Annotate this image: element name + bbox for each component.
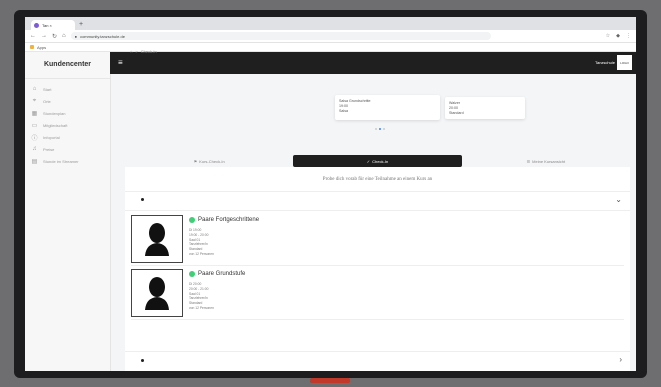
status-dot bbox=[189, 217, 195, 223]
map-pin-icon: ⌖ bbox=[32, 97, 37, 104]
home-icon: ⌂ bbox=[32, 86, 37, 92]
sidebar-title: Kundencenter bbox=[25, 52, 110, 79]
course-select[interactable]: ⌄ bbox=[125, 191, 630, 211]
brand: Tanzschule LOGO bbox=[595, 55, 632, 70]
tab-title: Tan × bbox=[42, 22, 52, 28]
carousel-dot-active[interactable] bbox=[379, 128, 381, 130]
chevron-right-icon[interactable]: › bbox=[619, 355, 622, 364]
chevron-down-icon[interactable]: ⌄ bbox=[615, 195, 622, 204]
person-silhouette-icon bbox=[145, 223, 169, 256]
featured-card-1[interactable]: Salsa Grundschritte 19:00 Salsa bbox=[335, 95, 440, 120]
course-details: Di 19:00 19:00 - 20:00 Saal 01 Tanzlehre… bbox=[189, 228, 214, 257]
course-capacity: von 12 Personen bbox=[189, 305, 214, 310]
back-icon[interactable]: ← bbox=[30, 33, 36, 39]
sidebar-item-label: Infoportal bbox=[43, 134, 60, 140]
instructor-photo bbox=[131, 269, 183, 317]
sidebar-item-orte[interactable]: ⌖ Orte bbox=[25, 95, 110, 107]
card-1-sub: Salsa bbox=[339, 109, 348, 113]
sidebar-item-label: Stundenplan bbox=[43, 110, 66, 116]
menu-dots-icon[interactable]: ⋮ bbox=[626, 33, 631, 39]
info-icon: ⓘ bbox=[31, 135, 38, 142]
document-icon: ▤ bbox=[31, 158, 38, 165]
sidebar-item-mitgliedschaft[interactable]: ▭ Mitgliedschaft bbox=[25, 119, 110, 131]
sidebar: Kundencenter ⌂ Start ⌖ Orte ▦ Stundenplan ▭ Mit… bbox=[25, 52, 111, 371]
sidebar-item-label: Stunde im Streamer bbox=[43, 158, 79, 164]
reload-icon[interactable]: ↻ bbox=[52, 33, 57, 40]
check-icon: ✓ bbox=[366, 158, 371, 164]
carousel-dot[interactable] bbox=[383, 128, 385, 130]
sidebar-item-label: Start bbox=[43, 86, 52, 92]
calendar-icon: ▦ bbox=[31, 110, 38, 117]
tab-label: Check-In bbox=[372, 158, 389, 164]
course-item[interactable]: Paare Grundstufe Di 20:00 20:00 - 21:00 … bbox=[131, 267, 624, 320]
course-title-row: Paare Grundstufe bbox=[189, 271, 245, 277]
favicon-icon bbox=[34, 22, 39, 28]
sidebar-item-infoportal[interactable]: ⓘ Infoportal bbox=[25, 131, 110, 143]
tab-meine-kursansicht[interactable]: ☰ Meine Kursansicht bbox=[462, 155, 630, 167]
course-details: Di 20:00 20:00 - 21:00 Saal 01 Tanzlehre… bbox=[189, 282, 214, 311]
instructor-photo bbox=[131, 215, 183, 263]
home-icon[interactable]: ⌂ bbox=[62, 33, 66, 39]
apps-icon bbox=[30, 45, 34, 49]
checkin-tabs: ⚑ Kurs-Check-In ✓ Check-In ☰ Meine Kursa… bbox=[125, 155, 630, 167]
extension-icon[interactable]: ◆ bbox=[616, 33, 620, 39]
sidebar-item-stunde-im-streamer[interactable]: ▤ Stunde im Streamer bbox=[25, 155, 110, 167]
featured-card-2[interactable]: Walzer 20:00 Standard bbox=[445, 97, 525, 119]
select-bullet bbox=[141, 198, 144, 201]
footer-bullet bbox=[141, 359, 144, 362]
brand-logo: LOGO bbox=[617, 55, 632, 70]
music-icon: ♫ bbox=[32, 146, 37, 152]
course-title: Paare Fortgeschrittene bbox=[198, 217, 260, 223]
hamburger-menu-icon[interactable]: ≡ bbox=[118, 58, 123, 67]
tab-kurs-checkin[interactable]: ⚑ Kurs-Check-In bbox=[125, 155, 293, 167]
breadcrumb-separator: > bbox=[135, 49, 138, 54]
breadcrumb-home-icon[interactable]: ⌂ bbox=[130, 49, 132, 54]
carousel-dot[interactable] bbox=[375, 128, 377, 130]
sidebar-item-preise[interactable]: ♫ Preise bbox=[25, 143, 110, 155]
sidebar-item-label: Preise bbox=[43, 146, 55, 152]
next-section-row[interactable]: › bbox=[125, 351, 630, 370]
course-title-row: Paare Fortgeschrittene bbox=[189, 217, 259, 223]
address-row: ← → ↻ ⌂ ● community.tanzschule.de ☆ ◆ ⋮ bbox=[25, 30, 636, 43]
brand-name: Tanzschule bbox=[594, 60, 615, 65]
person-silhouette-icon bbox=[145, 277, 169, 310]
bookmarks-bar: Apps bbox=[25, 43, 636, 52]
card-icon: ▭ bbox=[31, 122, 38, 129]
tab-label: Meine Kursansicht bbox=[532, 158, 566, 164]
breadcrumb-current: Check-In bbox=[140, 49, 157, 54]
card-2-sub: Standard bbox=[449, 111, 464, 115]
browser-tools: ☆ ◆ ⋮ bbox=[606, 33, 631, 39]
star-icon[interactable]: ☆ bbox=[606, 33, 610, 39]
address-bar[interactable]: ● community.tanzschule.de bbox=[70, 32, 491, 40]
sidebar-item-stundenplan[interactable]: ▦ Stundenplan bbox=[25, 107, 110, 119]
breadcrumb: ⌂ > Check-In bbox=[130, 49, 157, 54]
tab-label: Kurs-Check-In bbox=[199, 158, 225, 164]
carousel-dots bbox=[375, 128, 385, 130]
flag-icon: ⚑ bbox=[193, 158, 198, 164]
browser-tab[interactable]: Tan × bbox=[31, 20, 75, 30]
course-capacity: von 12 Personen bbox=[189, 251, 214, 256]
sidebar-item-start[interactable]: ⌂ Start bbox=[25, 83, 110, 95]
monitor-power-light bbox=[310, 378, 350, 383]
course-title: Paare Grundstufe bbox=[198, 271, 246, 277]
browser-window: Tan × + ← → ↻ ⌂ ● community.tanzschule.d… bbox=[25, 17, 636, 371]
sidebar-item-label: Mitgliedschaft bbox=[43, 122, 68, 128]
course-item[interactable]: Paare Fortgeschrittene Di 19:00 19:00 - … bbox=[131, 213, 624, 266]
bookmark-apps[interactable]: Apps bbox=[37, 45, 46, 50]
intro-text: Probe dich vorab für eine Teilnahme an e… bbox=[322, 177, 433, 182]
tab-checkin[interactable]: ✓ Check-In bbox=[293, 155, 462, 167]
status-dot bbox=[189, 271, 195, 277]
browser-tabbar: Tan × + bbox=[25, 17, 636, 30]
top-navbar: ≡ Tanzschule LOGO bbox=[110, 52, 636, 74]
url-text: community.tanzschule.de bbox=[80, 33, 125, 39]
forward-icon[interactable]: → bbox=[41, 33, 47, 39]
checkin-panel: Probe dich vorab für eine Teilnahme an e… bbox=[125, 167, 630, 371]
lock-icon: ● bbox=[74, 33, 78, 39]
list-icon: ☰ bbox=[526, 158, 531, 164]
sidebar-item-label: Orte bbox=[43, 98, 51, 104]
new-tab-button[interactable]: + bbox=[79, 20, 83, 30]
